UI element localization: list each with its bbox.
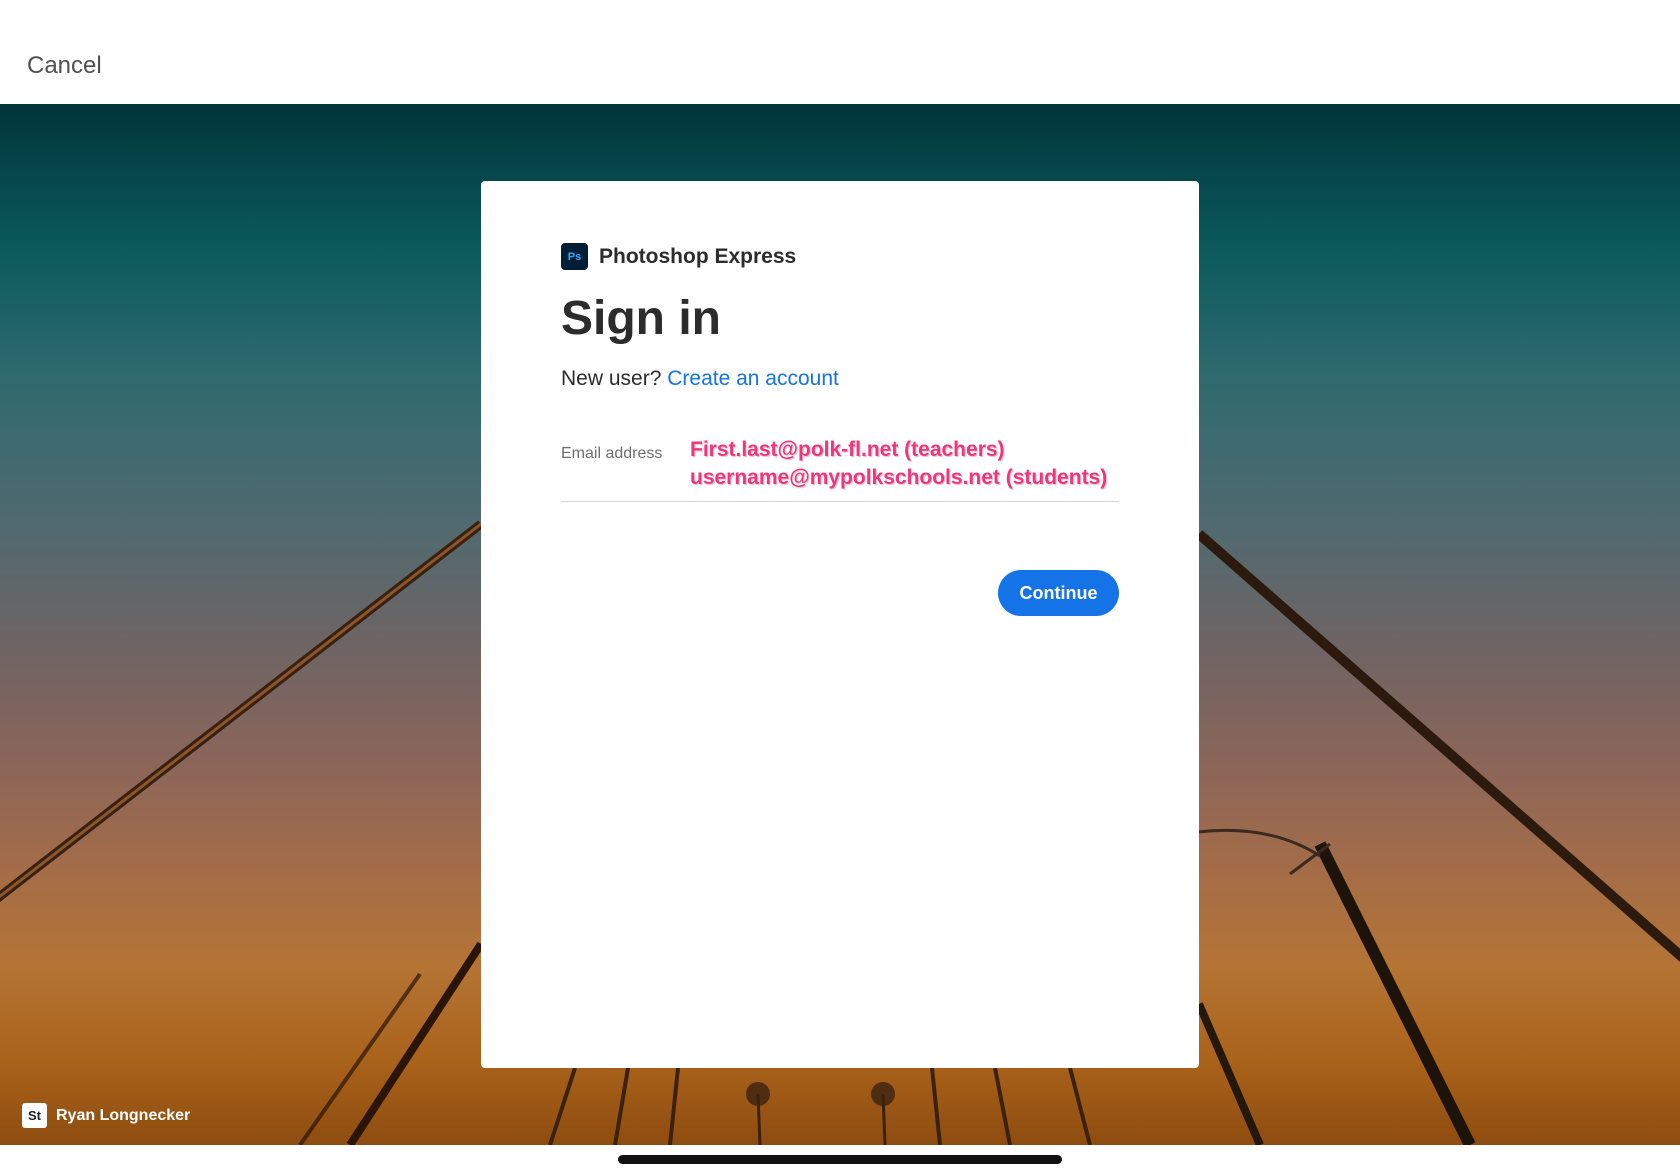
photographer-name: Ryan Longnecker xyxy=(56,1106,191,1124)
photoshop-express-icon: Ps xyxy=(561,243,588,270)
right-pole xyxy=(1314,841,1476,1145)
app-name: Photoshop Express xyxy=(599,244,797,268)
continue-button[interactable]: Continue xyxy=(998,570,1119,616)
email-label: Email address xyxy=(561,445,663,462)
photo-credit: St Ryan Longnecker xyxy=(22,1103,190,1128)
home-indicator[interactable] xyxy=(618,1155,1062,1164)
new-user-text: New user? xyxy=(561,367,662,390)
email-field-underline xyxy=(561,501,1119,502)
top-bar: Cancel xyxy=(0,0,1680,104)
cancel-button[interactable]: Cancel xyxy=(27,52,102,80)
page-title: Sign in xyxy=(561,292,721,345)
sign-in-dialog: Ps Photoshop Express Sign in New user? C… xyxy=(481,181,1199,1068)
new-user-prompt: New user? Create an account xyxy=(561,367,839,391)
adobe-stock-icon: St xyxy=(22,1103,47,1128)
email-field[interactable] xyxy=(689,433,1103,475)
app-brand: Ps Photoshop Express xyxy=(561,243,796,270)
right-rope xyxy=(1195,530,1680,962)
create-account-link[interactable]: Create an account xyxy=(667,367,839,390)
